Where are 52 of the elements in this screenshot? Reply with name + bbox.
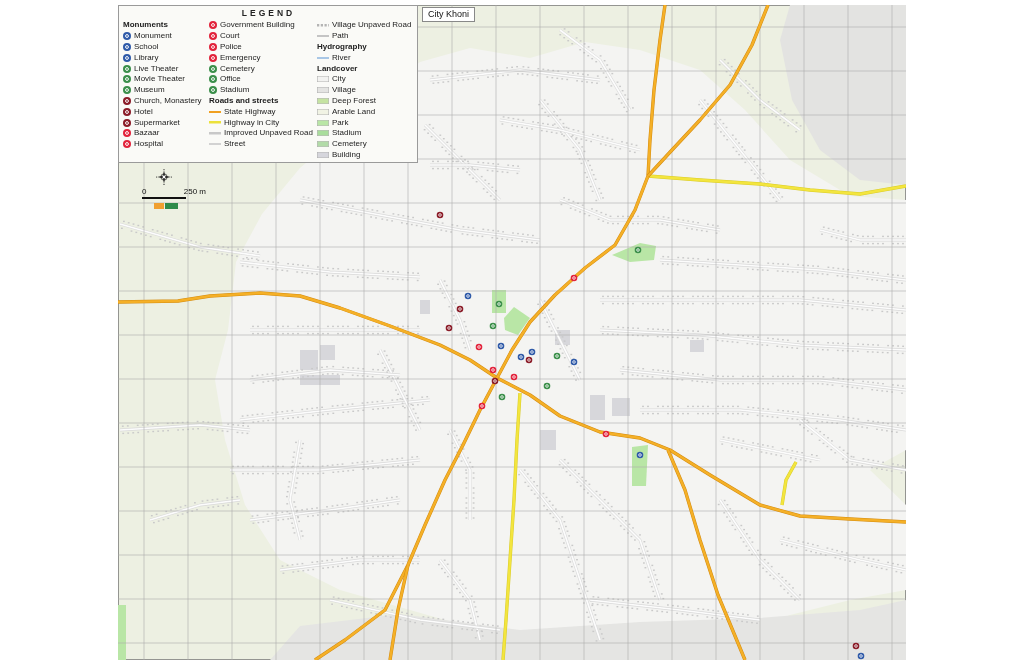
building: [300, 375, 340, 385]
building: [590, 395, 605, 420]
legend-label: Police: [220, 43, 242, 51]
legend-label: Court: [220, 32, 240, 41]
legend-label: Church, Monastery: [134, 96, 202, 105]
park-area: [118, 605, 126, 660]
legend-label: Monument: [134, 32, 172, 41]
legend-label: Deep Forest: [332, 96, 377, 105]
legend-label: Cemetery: [220, 64, 255, 73]
legend-label: City: [332, 75, 346, 84]
legend-label: Government Building: [220, 21, 295, 30]
legend-label: Bazaar: [134, 129, 160, 138]
legend-label: Path: [332, 32, 349, 41]
legend-heading: Monuments: [123, 21, 168, 30]
legend-label: Village: [332, 86, 356, 95]
legend-label: Building: [332, 150, 361, 159]
legend-label: Hospital: [134, 140, 163, 149]
legend-label: Improved Unpaved Road: [224, 129, 313, 138]
legend-heading: Roads and streets: [209, 96, 279, 105]
building: [420, 300, 430, 314]
legend-label: Park: [332, 118, 349, 127]
map-title: City Khoni: [422, 7, 476, 22]
building: [690, 340, 704, 352]
city-highway-road: [780, 461, 798, 506]
legend-label: Village Unpaved Road: [332, 21, 412, 30]
legend-label: Stadium: [332, 129, 362, 138]
legend-label: Library: [134, 53, 159, 62]
legend-title: LEGEND: [240, 8, 297, 20]
scale-end-label: 250 m: [183, 188, 206, 196]
legend-heading: Hydrography: [317, 43, 367, 51]
scale-start-label: 0: [142, 188, 147, 196]
legend-label: Arable Land: [332, 107, 376, 116]
scale-bar: [142, 197, 186, 199]
legend-label: Emergency: [220, 53, 261, 62]
legend-label: Cemetery: [332, 140, 367, 149]
legend-label: Highway in City: [224, 118, 280, 127]
legend-label: Office: [220, 75, 241, 84]
legend-label: Stadium: [220, 86, 250, 95]
legend-label: State Highway: [224, 107, 276, 116]
street-with-houses-drawing: [437, 279, 472, 351]
legend-label: Hotel: [134, 107, 153, 116]
legend-label: River: [332, 53, 351, 62]
legend-label: Museum: [134, 86, 165, 95]
legend-label: Live Theater: [134, 64, 179, 73]
legend-label: School: [134, 43, 159, 51]
legend-label: Supermarket: [134, 118, 180, 127]
park-area: [612, 243, 656, 262]
legend-label: Movie Theater: [134, 75, 185, 84]
compass-icon: [156, 169, 172, 185]
legend-heading: Landcover: [317, 64, 358, 73]
building: [300, 350, 318, 370]
legend-label: Street: [224, 140, 246, 149]
